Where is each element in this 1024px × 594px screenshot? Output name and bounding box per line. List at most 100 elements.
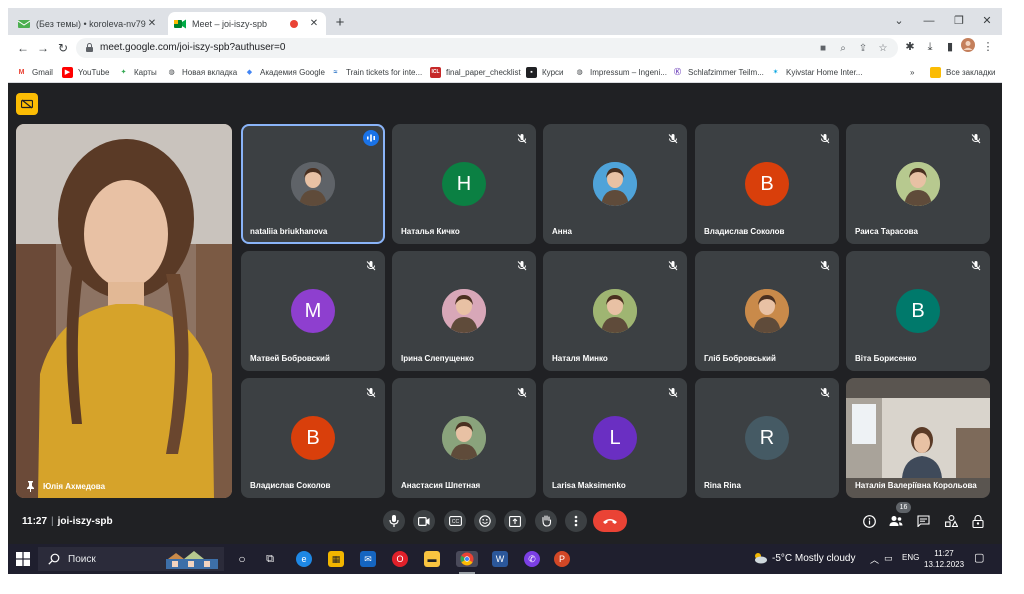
- windows-start-icon[interactable]: [16, 552, 30, 566]
- show-hidden-icons-icon[interactable]: ︿: [870, 553, 879, 566]
- meeting-details-button[interactable]: [860, 512, 878, 530]
- participant-name: Анастасия Шпетная: [401, 481, 481, 490]
- forward-button[interactable]: →: [34, 39, 52, 57]
- participant-tile[interactable]: M Матвей Бобровский: [241, 251, 385, 371]
- bookmark-gmail[interactable]: M Gmail: [16, 65, 53, 79]
- hang-up-icon: [603, 519, 617, 524]
- participant-tile[interactable]: B Владислав Соколов: [695, 124, 839, 244]
- bookmark-train-tickets[interactable]: ≈ Train tickets for inte...: [330, 65, 423, 79]
- bookmark-schlafzimmer[interactable]: Ⓚ Schlafzimmer Teilm...: [672, 65, 764, 79]
- participant-tile[interactable]: Наталя Минко: [543, 251, 687, 371]
- bookmark-courses[interactable]: ▪ Курси: [526, 65, 564, 79]
- edge-icon[interactable]: e: [296, 551, 312, 567]
- participant-tile[interactable]: nataliia briukhanova: [241, 124, 385, 244]
- mic-muted-icon: [667, 259, 679, 271]
- viber-icon[interactable]: ✆: [524, 551, 540, 567]
- avatar: B: [896, 289, 940, 333]
- leave-call-button[interactable]: [593, 510, 627, 532]
- browser-menu-icon[interactable]: ⋮: [980, 38, 996, 56]
- participant-tile[interactable]: B Віта Борисенко: [846, 251, 990, 371]
- cortana-icon[interactable]: ○: [234, 551, 250, 567]
- people-button[interactable]: [887, 512, 905, 530]
- meeting-code[interactable]: joi-iszy-spb: [58, 516, 113, 527]
- participant-tile[interactable]: Гліб Бобровський: [695, 251, 839, 371]
- new-tab-button[interactable]: +: [330, 13, 350, 33]
- raise-hand-button[interactable]: [535, 510, 557, 532]
- participant-tile[interactable]: Анастасия Шпетная: [392, 378, 536, 498]
- close-window-button[interactable]: ✕: [976, 12, 998, 30]
- chat-button[interactable]: [914, 512, 932, 530]
- extensions-icon[interactable]: ✱: [902, 38, 918, 56]
- windows-taskbar: Поиск ○ ⧉ e ▦ ✉ O ▬ W ✆ P -5°C Mostly cl…: [8, 544, 1002, 574]
- mic-muted-icon: [819, 386, 831, 398]
- meet-favicon-icon: [174, 18, 186, 30]
- bookmark-final-paper[interactable]: ICL final_paper_checklist: [430, 65, 521, 79]
- avatar-photo: [593, 289, 637, 333]
- microphone-button[interactable]: [383, 510, 405, 532]
- maximize-button[interactable]: ❐: [948, 12, 970, 30]
- participant-tile[interactable]: Наталія Валеріївна Корольова: [846, 378, 990, 498]
- bookmark-new-tab[interactable]: ◍ Новая вкладка: [166, 65, 237, 79]
- bookmark-kyivstar[interactable]: ✶ Kyivstar Home Inter...: [770, 65, 863, 79]
- bookmark-google-academy[interactable]: ◆ Академия Google: [244, 65, 325, 79]
- powerpoint-icon[interactable]: P: [554, 551, 570, 567]
- tab-close-icon[interactable]: ✕: [308, 18, 320, 29]
- system-clock[interactable]: 11:27 13.12.2023: [924, 548, 964, 570]
- zoom-icon[interactable]: ⌕: [836, 42, 850, 56]
- info-icon: [862, 514, 876, 528]
- share-icon[interactable]: ⇪: [856, 42, 870, 56]
- reload-button[interactable]: ↻: [54, 39, 72, 57]
- pinned-video-tile[interactable]: Юлія Ахмедова: [16, 124, 232, 498]
- word-icon[interactable]: W: [492, 551, 508, 567]
- participant-tile[interactable]: L Larisa Maksimenko: [543, 378, 687, 498]
- tab-search-icon[interactable]: ⌄: [888, 12, 910, 30]
- participant-tile[interactable]: H Наталья Кичко: [392, 124, 536, 244]
- present-screen-button[interactable]: [504, 510, 526, 532]
- captions-button[interactable]: CC: [444, 510, 466, 532]
- more-options-button[interactable]: [565, 510, 587, 532]
- notifications-icon[interactable]: ▢: [974, 551, 984, 564]
- profile-avatar-icon[interactable]: [960, 38, 976, 56]
- all-bookmarks-button[interactable]: Все закладки: [930, 65, 995, 79]
- camera-in-use-icon[interactable]: ■: [816, 42, 830, 56]
- more-bookmarks-button[interactable]: »: [910, 65, 914, 79]
- pinned-participant-label: Юлія Ахмедова: [26, 481, 105, 492]
- participant-tile[interactable]: B Владислав Соколов: [241, 378, 385, 498]
- tab-close-icon[interactable]: ✕: [146, 18, 158, 29]
- host-controls-button[interactable]: [969, 512, 987, 530]
- network-icon[interactable]: ▭: [884, 553, 893, 564]
- bookmark-maps[interactable]: ✦ Карты: [118, 65, 157, 79]
- avatar-initial: B: [911, 299, 925, 322]
- bookmark-star-icon[interactable]: ☆: [876, 42, 890, 56]
- participant-tile[interactable]: Анна: [543, 124, 687, 244]
- back-button[interactable]: ←: [14, 39, 32, 57]
- mic-muted-icon: [970, 259, 982, 271]
- reactions-button[interactable]: [474, 510, 496, 532]
- emoji-icon: [479, 515, 491, 527]
- participant-tile[interactable]: Ірина Слепущенко: [392, 251, 536, 371]
- store-icon[interactable]: ▦: [328, 551, 344, 567]
- download-icon[interactable]: ⤓: [922, 38, 938, 56]
- mail-icon[interactable]: ✉: [360, 551, 376, 567]
- tab-mail[interactable]: (Без темы) • koroleva-nv79@uk ✕: [12, 12, 164, 35]
- search-highlight-illustration-icon: [166, 551, 218, 569]
- participant-tile[interactable]: R Rina Rina: [695, 378, 839, 498]
- address-bar[interactable]: meet.google.com/joi-iszy-spb?authuser=0 …: [76, 38, 898, 58]
- taskbar-search-box[interactable]: Поиск: [38, 547, 224, 571]
- language-indicator[interactable]: ENG: [902, 553, 919, 562]
- pin-icon[interactable]: [26, 481, 35, 492]
- side-panel-icon[interactable]: ▮: [942, 38, 958, 56]
- file-explorer-icon[interactable]: ▬: [424, 551, 440, 567]
- tab-meet[interactable]: Meet – joi-iszy-spb ✕: [168, 12, 326, 35]
- activities-button[interactable]: [942, 512, 960, 530]
- participant-tile[interactable]: Раиса Тарасова: [846, 124, 990, 244]
- camera-button[interactable]: [413, 510, 435, 532]
- bookmark-youtube[interactable]: ▶ YouTube: [62, 65, 109, 79]
- bookmark-impressum[interactable]: ◍ Impressum – Ingeni...: [574, 65, 666, 79]
- weather-widget[interactable]: -5°C Mostly cloudy: [752, 552, 855, 564]
- camera-off-notice-icon[interactable]: [16, 93, 38, 115]
- minimize-button[interactable]: —: [918, 12, 940, 30]
- opera-icon[interactable]: O: [392, 551, 408, 567]
- chrome-taskbar-icon[interactable]: [456, 551, 478, 567]
- task-view-icon[interactable]: ⧉: [262, 551, 278, 567]
